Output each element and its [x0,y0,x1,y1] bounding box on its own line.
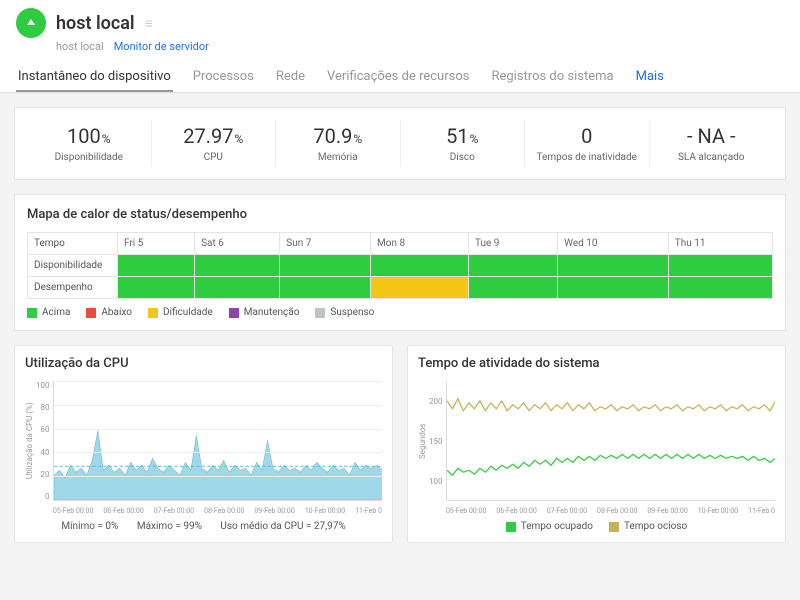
uptime-chart-area: Segundos 200 150 100 [418,381,775,501]
tab-processes[interactable]: Processos [191,63,256,92]
cpu-chart-title: Utilização da CPU [25,356,382,371]
metric-downtime: 0 Tempos de inatividade [525,120,650,167]
legend-below: Abaixo [86,307,132,318]
breadcrumb-host: host local [56,40,104,53]
metric-sla: - NA - SLA alcançado [650,120,774,167]
breadcrumb-monitor-link[interactable]: Monitor de servidor [114,40,209,53]
heatmap-performance-row: Desempenho [28,277,773,299]
metric-cpu: 27.97% CPU [152,120,277,167]
heatmap-day: Fri 5 [118,233,195,255]
uptime-ylabel: Segundos [418,381,427,501]
page-title: host local [56,13,135,34]
heatmap-day: Tue 9 [468,233,557,255]
legend-busy: Tempo ocupado [506,521,593,532]
heatmap-cell[interactable] [468,277,557,299]
metric-downtime-label: Tempos de inatividade [525,152,649,163]
heatmap-cell[interactable] [195,255,280,277]
uptime-plot[interactable] [446,381,776,501]
metric-disk-value: 51 [446,124,468,148]
legend-suspended: Suspenso [315,307,374,318]
legend-maintenance: Manutenção [229,307,300,318]
metric-sla-value: - NA - [687,124,735,148]
heatmap-cell[interactable] [668,277,772,299]
heatmap-day: Mon 8 [371,233,469,255]
cpu-chart-card: Utilização da CPU Utilização da CPU (%) … [14,345,393,543]
heatmap-cell[interactable] [371,255,469,277]
heatmap-time-label: Tempo [28,233,118,255]
metric-disk: 51% Disco [401,120,526,167]
heatmap-card: Mapa de calor de status/desempenho Tempo… [14,194,786,331]
tabs: Instantâneo do dispositivo Processos Red… [16,63,784,92]
cpu-ylabel: Utilização da CPU (%) [25,381,34,501]
legend-trouble: Dificuldade [148,307,213,318]
heatmap-cell[interactable] [195,277,280,299]
metric-cpu-value: 27.97 [183,124,233,148]
metric-sla-label: SLA alcançado [650,152,774,163]
heatmap-cell[interactable] [371,277,469,299]
heatmap-cell[interactable] [118,255,195,277]
metric-disk-label: Disco [401,152,525,163]
metric-availability-value: 100 [67,124,101,148]
heatmap-cell[interactable] [668,255,772,277]
metrics-row: 100% Disponibilidade 27.97% CPU 70.9% Me… [27,120,773,167]
heatmap-legend: Acima Abaixo Dificuldade Manutenção Susp… [27,307,773,318]
metric-downtime-value: 0 [581,124,592,148]
heatmap-cell[interactable] [280,255,371,277]
uptime-chart-title: Tempo de atividade do sistema [418,356,775,371]
metric-availability-label: Disponibilidade [27,152,151,163]
heatmap-cell[interactable] [280,277,371,299]
content: 100% Disponibilidade 27.97% CPU 70.9% Me… [0,93,800,557]
heatmap-cell[interactable] [558,255,669,277]
tab-snapshot[interactable]: Instantâneo do dispositivo [16,63,173,92]
heatmap-day: Thu 11 [668,233,772,255]
metrics-card: 100% Disponibilidade 27.97% CPU 70.9% Me… [14,107,786,180]
charts-row: Utilização da CPU Utilização da CPU (%) … [14,345,786,543]
legend-idle: Tempo ocioso [609,521,687,532]
uptime-xticks: 05-Feb 00:00 06-Feb 00:00 07-Feb 00:00 0… [446,507,775,515]
cpu-stat-min: Mínimo = 0% [61,521,118,532]
status-up-icon [16,8,46,38]
cpu-area-svg [54,381,383,500]
menu-icon[interactable]: ≡ [145,15,153,32]
metric-memory: 70.9% Memória [276,120,401,167]
page-header: host local ≡ host local Monitor de servi… [0,0,800,93]
heatmap-day: Wed 10 [558,233,669,255]
tab-network[interactable]: Rede [274,63,307,92]
uptime-yticks: 200 150 100 [429,381,446,501]
heatmap-cell[interactable] [558,277,669,299]
heatmap-day: Sat 6 [195,233,280,255]
tab-more[interactable]: Mais [634,63,666,92]
legend-above: Acima [27,307,70,318]
heatmap-day: Sun 7 [280,233,371,255]
cpu-yticks: 100 80 60 40 20 0 [36,381,53,501]
cpu-stats: Mínimo = 0% Máximo = 99% Uso médio da CP… [25,521,382,532]
tab-logs[interactable]: Registros do sistema [489,63,615,92]
metric-cpu-label: CPU [152,152,276,163]
cpu-stat-max: Máximo = 99% [137,521,202,532]
heatmap-title: Mapa de calor de status/desempenho [27,207,773,222]
cpu-plot[interactable] [53,381,383,501]
heatmap-availability-row: Disponibilidade [28,255,773,277]
cpu-xticks: 05-Feb 00:00 06-Feb 00:00 07-Feb 00:00 0… [53,507,382,515]
heatmap-cell[interactable] [468,255,557,277]
metric-availability: 100% Disponibilidade [27,120,152,167]
heatmap-table: Tempo Fri 5 Sat 6 Sun 7 Mon 8 Tue 9 Wed … [27,232,773,299]
uptime-chart-card: Tempo de atividade do sistema Segundos 2… [407,345,786,543]
metric-memory-label: Memória [276,152,400,163]
title-row: host local ≡ [16,8,784,38]
cpu-stat-avg: Uso médio da CPU = 27,97% [220,521,345,532]
breadcrumb: host local Monitor de servidor [56,40,784,53]
heatmap-header-row: Tempo Fri 5 Sat 6 Sun 7 Mon 8 Tue 9 Wed … [28,233,773,255]
uptime-legend: Tempo ocupado Tempo ocioso [418,521,775,532]
tab-resources[interactable]: Verificações de recursos [325,63,471,92]
metric-memory-value: 70.9 [313,124,352,148]
uptime-line-svg [447,381,776,500]
heatmap-cell[interactable] [118,277,195,299]
cpu-chart-area: Utilização da CPU (%) 100 80 60 40 20 0 [25,381,382,501]
